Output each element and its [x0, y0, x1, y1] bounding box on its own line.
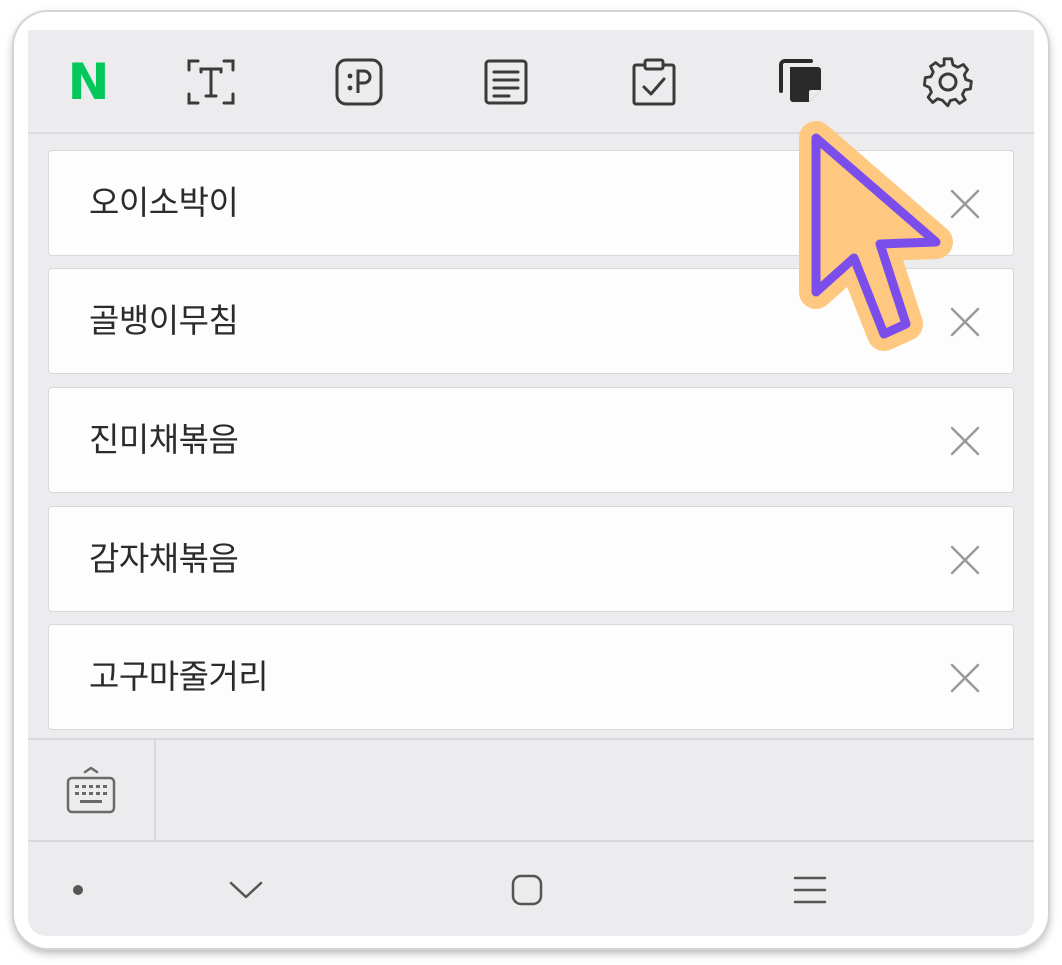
- clipboard-history-button[interactable]: [772, 54, 832, 110]
- delete-item-button[interactable]: [945, 658, 985, 698]
- text-recognition-icon: [187, 59, 235, 105]
- home-square-icon: [511, 874, 543, 906]
- text-recognition-button[interactable]: [181, 54, 241, 110]
- note-icon: [484, 59, 528, 105]
- close-icon: [950, 189, 980, 219]
- delete-item-button[interactable]: [945, 302, 985, 342]
- recent-apps-button[interactable]: [780, 866, 840, 914]
- naver-logo-button[interactable]: N: [58, 54, 118, 110]
- delete-item-button[interactable]: [945, 184, 985, 224]
- hide-keyboard-button[interactable]: [216, 866, 276, 914]
- nav-dot-button[interactable]: [48, 866, 108, 914]
- clipboard-item-text: 골뱅이무침: [89, 301, 239, 340]
- clipboard-item-text: 진미채볶음: [89, 420, 239, 459]
- clipboard-item-text: 오이소박이: [89, 183, 239, 222]
- clipboard-item-text: 감자채볶음: [89, 539, 239, 578]
- close-icon: [950, 307, 980, 337]
- naver-logo: N: [67, 53, 110, 111]
- clipboard-item[interactable]: 진미채볶음: [48, 387, 1014, 493]
- gear-icon: [922, 57, 973, 108]
- clipboard-item[interactable]: 고구마줄거리: [48, 624, 1014, 730]
- home-button[interactable]: [497, 866, 557, 914]
- keyboard-panel: N 오이소박이 골뱅이무침 진미채볶음 감자채볶음 고구마줄거리: [28, 30, 1034, 936]
- clipboard-check-icon: [632, 58, 676, 106]
- keyboard-icon: [66, 766, 116, 814]
- delete-item-button[interactable]: [945, 540, 985, 580]
- note-button[interactable]: [476, 54, 536, 110]
- dot-icon: [73, 885, 83, 895]
- close-icon: [950, 663, 980, 693]
- clipboard-history-icon: [779, 59, 821, 102]
- close-icon: [950, 545, 980, 575]
- keyboard-toggle-button[interactable]: [28, 740, 156, 840]
- emoticon-icon: [335, 58, 383, 106]
- keyboard-switch-strip: [28, 738, 1034, 840]
- keyboard-toolbar: N: [28, 30, 1034, 134]
- emoticon-button[interactable]: [329, 54, 389, 110]
- close-icon: [950, 426, 980, 456]
- clipboard-check-button[interactable]: [624, 54, 684, 110]
- menu-lines-icon: [793, 876, 827, 904]
- system-navigation-bar: [28, 840, 1034, 936]
- settings-button[interactable]: [918, 54, 978, 110]
- clipboard-item-text: 고구마줄거리: [89, 657, 269, 696]
- chevron-down-icon: [229, 881, 263, 899]
- clipboard-item[interactable]: 감자채볶음: [48, 506, 1014, 612]
- delete-item-button[interactable]: [945, 421, 985, 461]
- clipboard-item[interactable]: 골뱅이무침: [48, 268, 1014, 374]
- clipboard-item[interactable]: 오이소박이: [48, 150, 1014, 256]
